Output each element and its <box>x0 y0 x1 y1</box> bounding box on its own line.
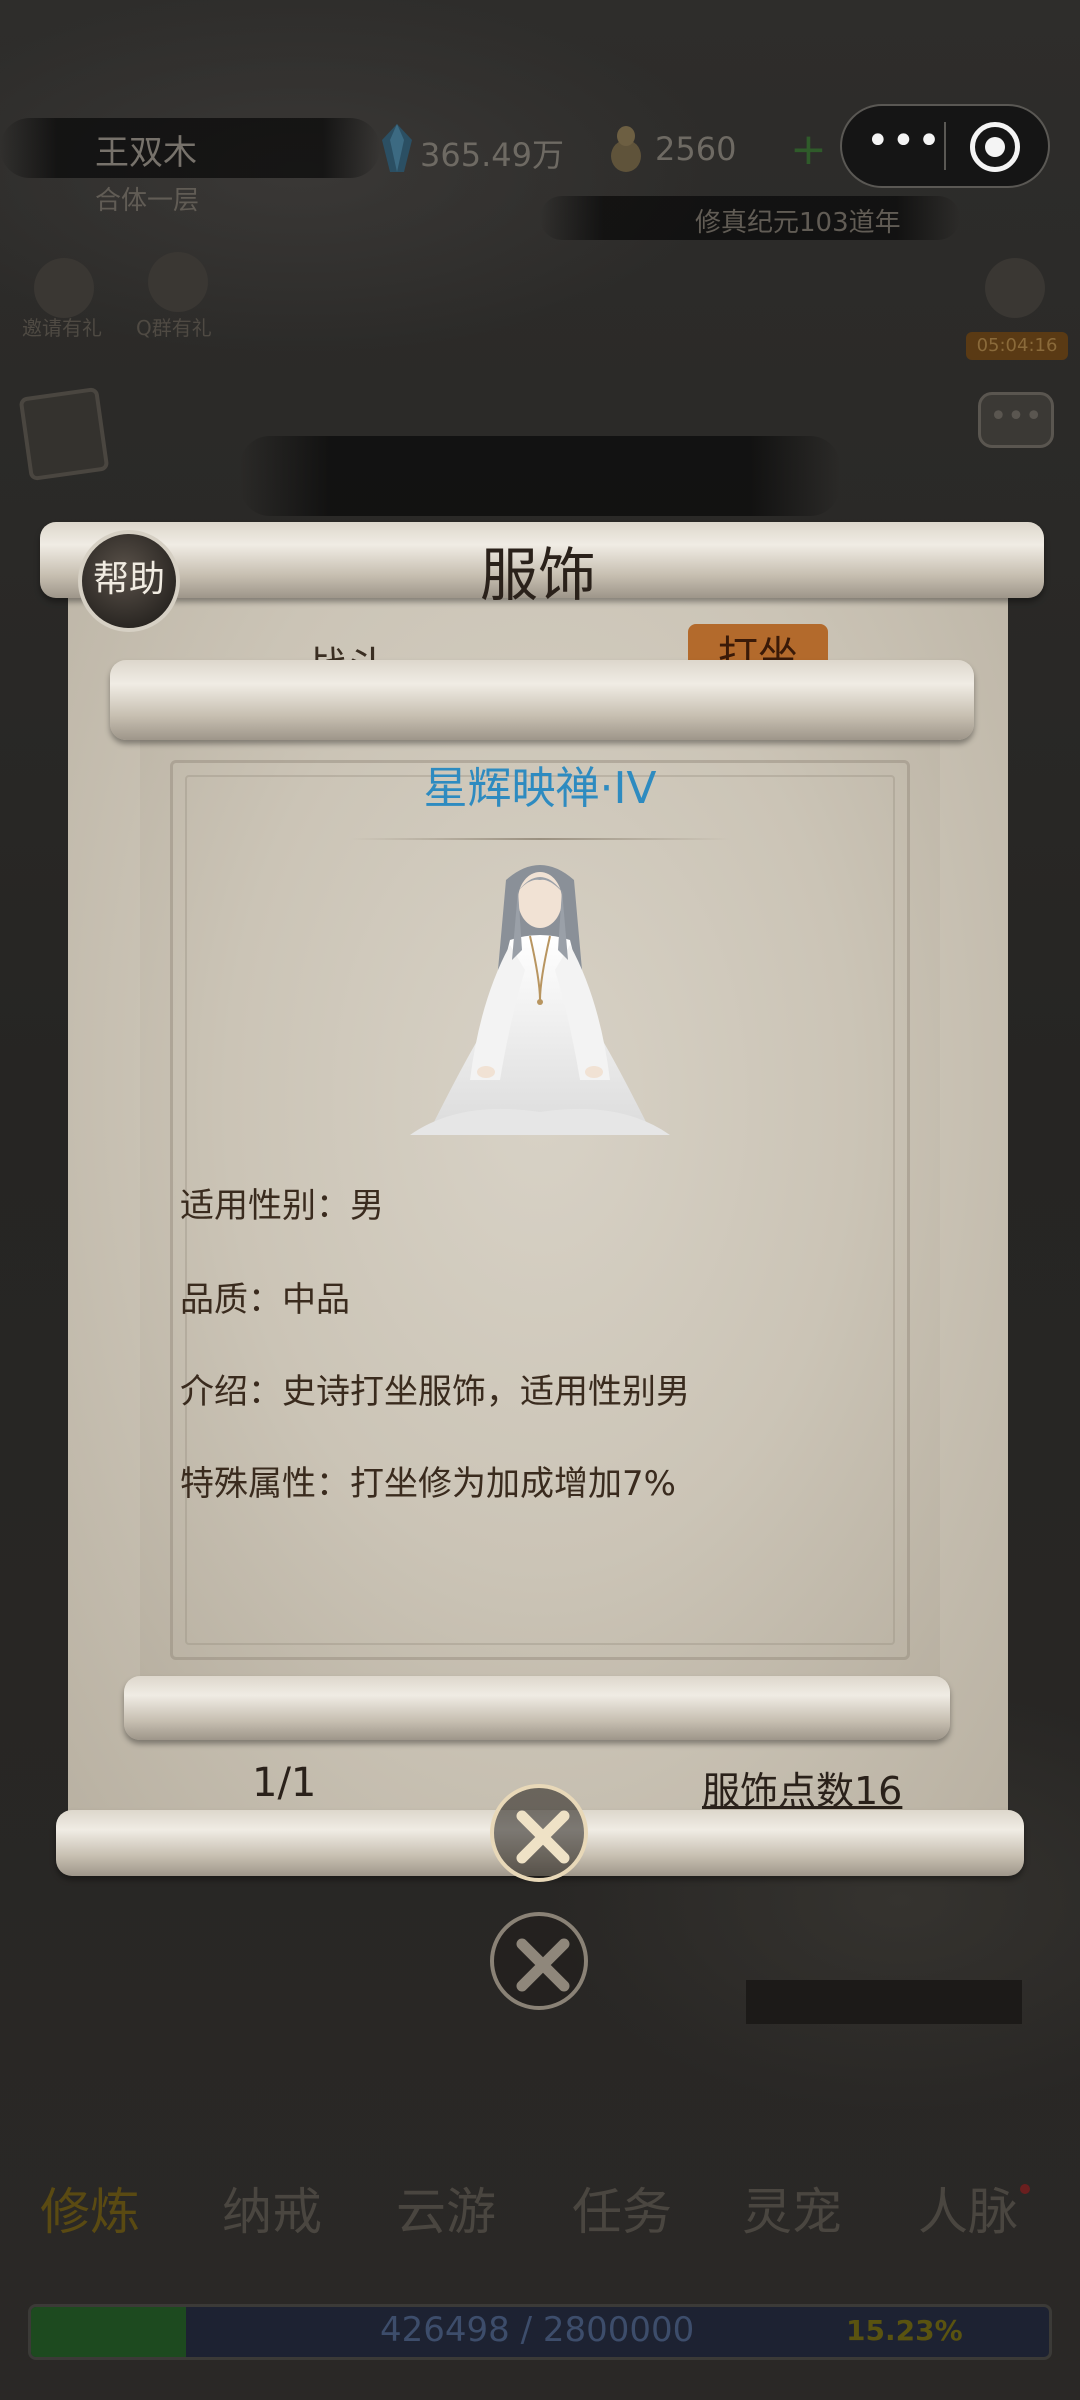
costume-points-link[interactable]: 服饰点数16 <box>702 1760 902 1815</box>
exp-progress-fill <box>31 2307 187 2357</box>
invite-gift-icon[interactable] <box>34 258 94 318</box>
reward-timer: 05:04:16 <box>966 332 1068 360</box>
detail-scroll-roll-top <box>110 660 974 740</box>
target-icon[interactable] <box>970 122 1020 172</box>
quality-label: 品质： <box>180 1280 282 1320</box>
gem-count: 365.49万 <box>420 136 564 174</box>
era-label: 修真纪元103道年 <box>695 208 901 238</box>
player-realm: 合体一层 <box>95 186 200 216</box>
reward-bag-icon[interactable] <box>985 258 1045 318</box>
close-icon <box>516 1938 570 1992</box>
nav-item-ring[interactable]: 纳戒 <box>222 2172 322 2244</box>
page-indicator: 1/1 <box>252 1760 317 1806</box>
name-divider <box>350 838 730 840</box>
detail-scroll-roll-bottom <box>124 1676 950 1740</box>
nav-item-travel[interactable]: 云游 <box>396 2172 496 2244</box>
intro-row: 介绍：史诗打坐服饰，适用性别男 <box>180 1364 690 1413</box>
meditating-figure-portrait <box>410 865 670 1135</box>
more-dots-icon[interactable]: ••• <box>866 118 943 164</box>
close-detail-button[interactable] <box>490 1784 588 1882</box>
costume-name: 星辉映禅·IV <box>423 763 657 814</box>
special-attr-row: 特殊属性：打坐修为加成增加7% <box>180 1456 676 1505</box>
nav-item-pets[interactable]: 灵宠 <box>742 2172 842 2244</box>
notification-dot <box>1020 2184 1030 2194</box>
chat-icon[interactable]: ••• <box>978 392 1054 448</box>
quality-row: 品质：中品 <box>180 1272 350 1321</box>
notes-icon[interactable] <box>18 386 110 482</box>
gender-row: 适用性别：男 <box>180 1178 384 1227</box>
intro-value: 史诗打坐服饰，适用性别男 <box>282 1372 690 1412</box>
qq-penguin-icon[interactable] <box>148 252 208 312</box>
invite-gift-label: 邀请有礼 <box>22 316 102 340</box>
spirit-gem-icon <box>382 124 412 172</box>
special-attr-value: 打坐修为加成增加7% <box>350 1464 676 1504</box>
intro-label: 介绍： <box>180 1372 282 1412</box>
nav-item-cultivate[interactable]: 修炼 <box>40 2172 140 2244</box>
exp-percent: 15.23% <box>846 2314 963 2347</box>
coin-count: 2560 <box>655 130 737 168</box>
close-icon <box>516 1810 570 1864</box>
help-button[interactable]: 帮助 <box>78 530 180 632</box>
qq-gift-label: Q群有礼 <box>136 316 212 340</box>
costume-panel-title: 服饰 <box>480 541 597 609</box>
gender-label: 适用性别： <box>180 1186 350 1226</box>
player-name: 王双木 <box>95 133 197 173</box>
center-ink-band <box>240 436 840 516</box>
background-panel <box>746 1980 1022 2024</box>
capsule-separator <box>944 122 946 170</box>
plus-icon[interactable]: + <box>790 124 827 175</box>
close-panel-button[interactable] <box>490 1912 588 2010</box>
nav-item-contacts[interactable]: 人脉 <box>918 2172 1018 2244</box>
nav-item-tasks[interactable]: 任务 <box>572 2172 672 2244</box>
exp-text: 426498 / 2800000 <box>380 2310 695 2350</box>
special-attr-label: 特殊属性： <box>180 1464 350 1504</box>
quality-value: 中品 <box>282 1280 350 1320</box>
gender-value: 男 <box>350 1186 384 1226</box>
gourd-coin-icon <box>611 126 641 172</box>
